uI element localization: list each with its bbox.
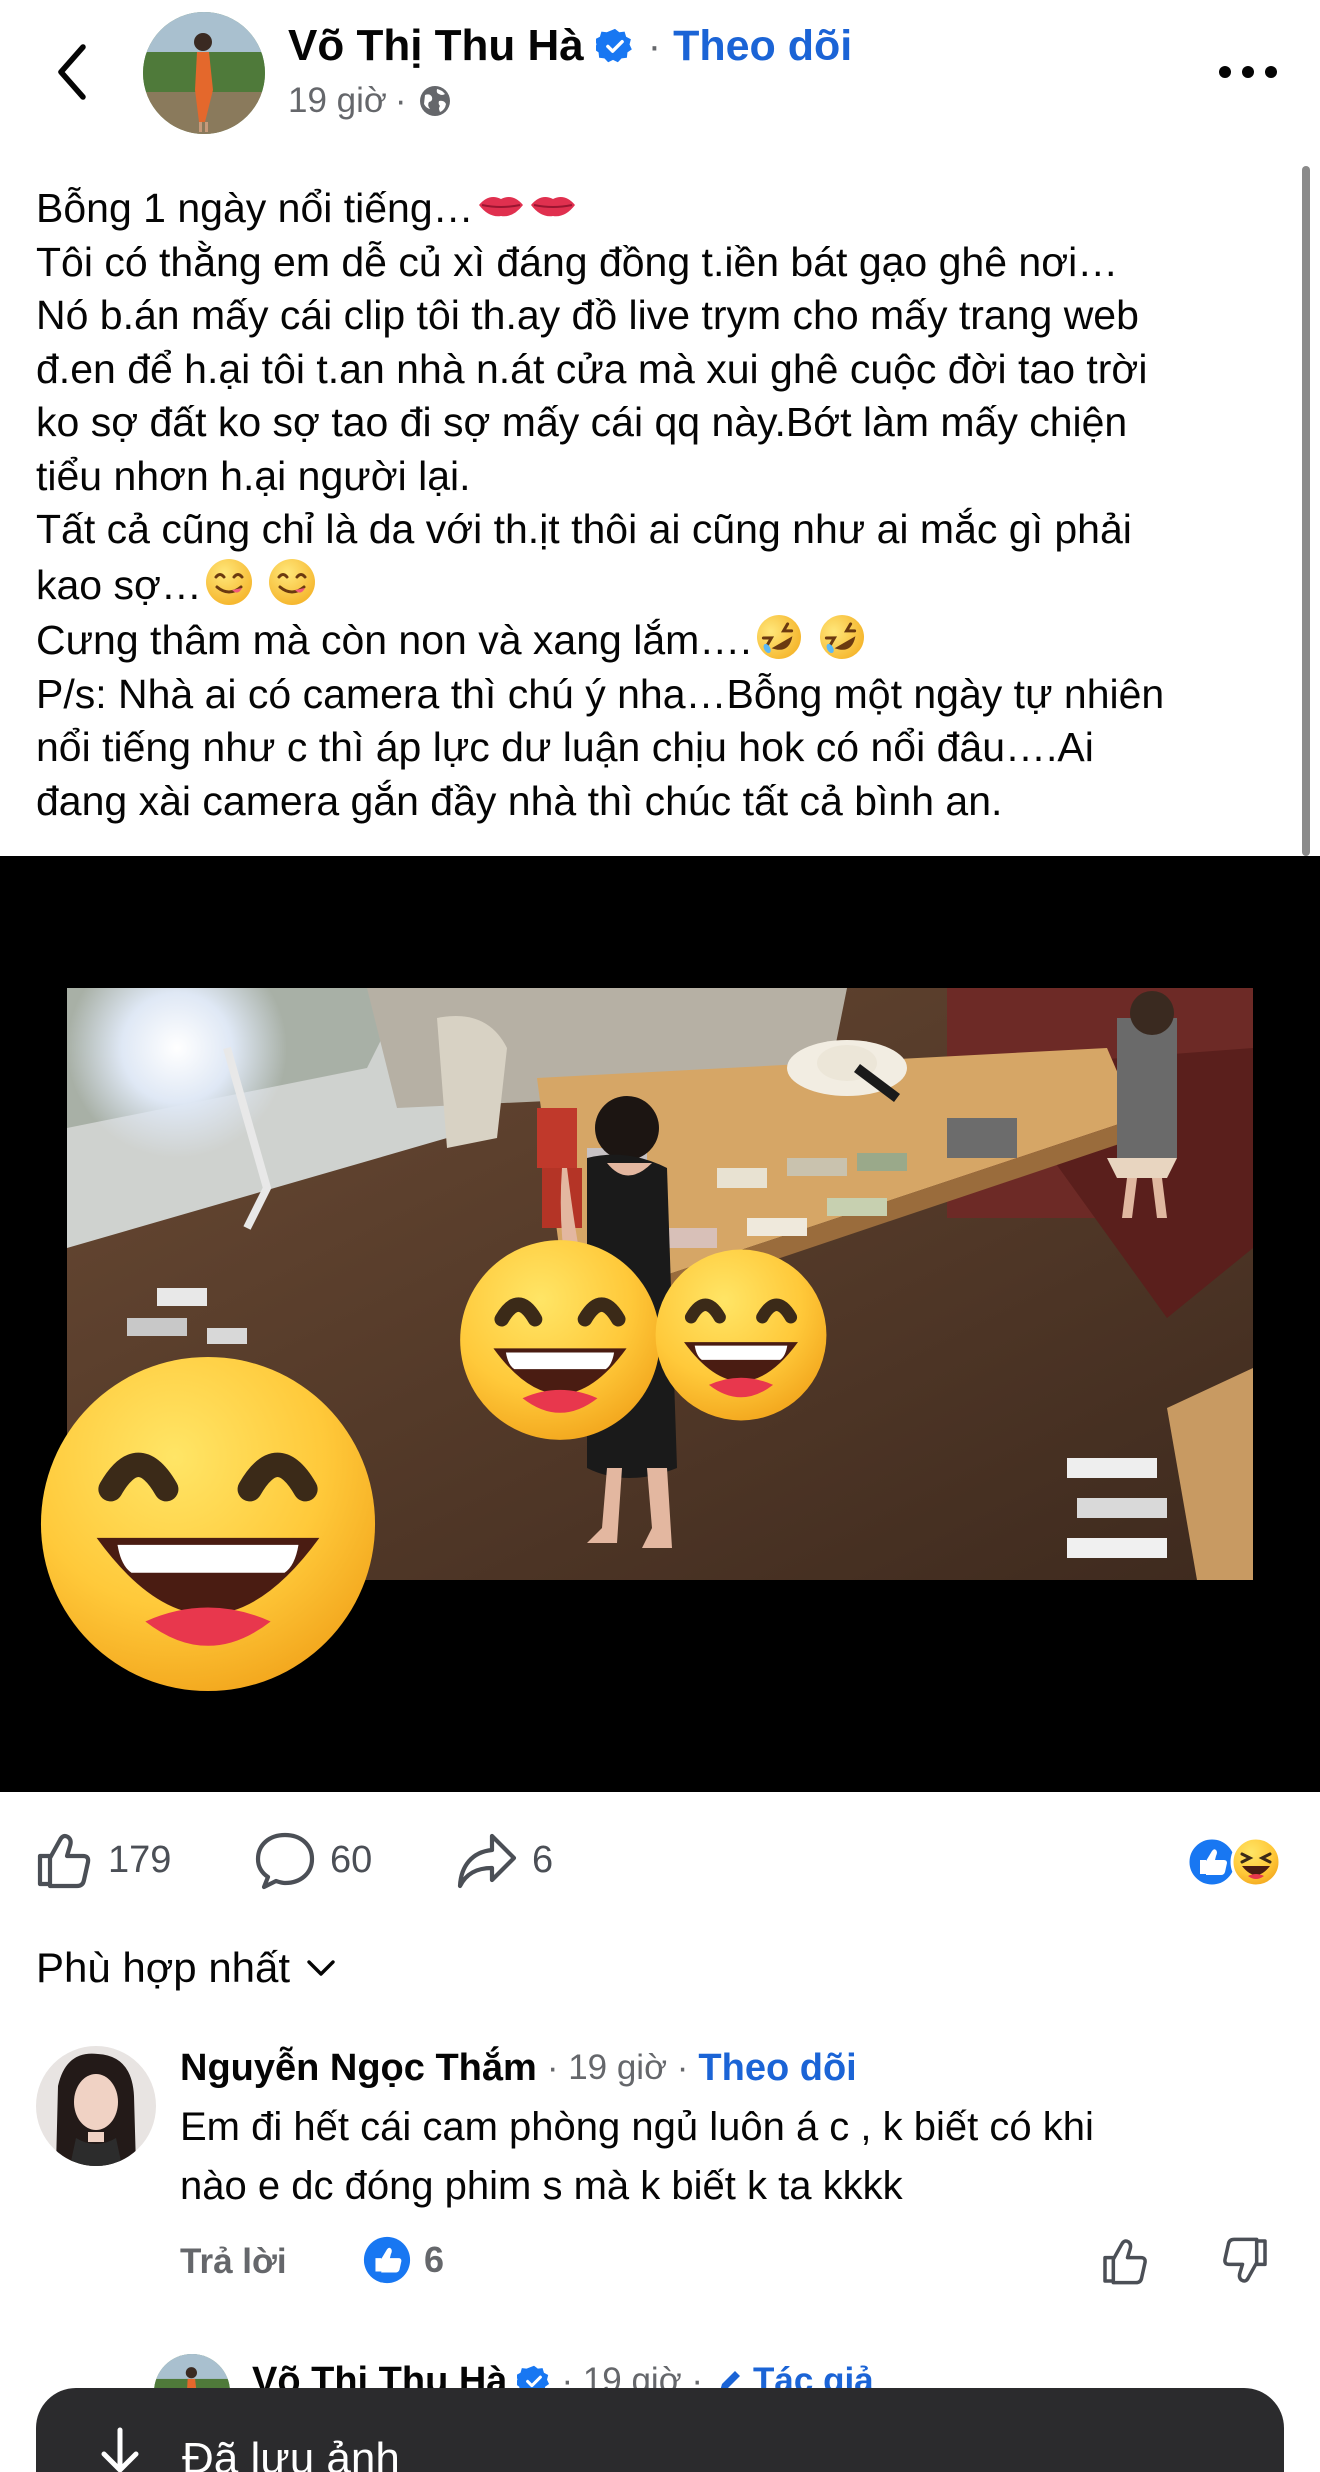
share-button[interactable]: 6 [456,1830,553,1890]
download-arrow-icon [101,2427,139,2472]
comment-like-count: 6 [424,2239,445,2280]
post-meta: 19 giờ · [288,78,453,124]
post-time: 19 giờ [288,81,387,120]
post-line: tiểu nhơn h.ại người lại. [36,452,471,499]
post-line: Tất cả cũng chỉ là da với th.ịt thôi ai … [36,506,1132,552]
grinning-emoji-sticker [40,1356,376,1692]
commenter-name[interactable]: Nguyễn Ngọc Thắm [180,2047,537,2090]
post-line: ko sợ đất ko sợ tao đi sợ mấy cái qq này… [36,399,1128,445]
more-options-button[interactable] [1212,44,1284,100]
comment-body: Em đi hết cái cam phòng ngủ luôn á c , k… [180,2098,1260,2216]
grinning-emoji-sticker [655,1249,827,1421]
sort-label: Phù hợp nhất [36,1944,291,1991]
comment-follow-button[interactable]: Theo dõi [698,2047,856,2090]
post-line: Cưng thâm mà còn non và xang lắm…. [36,612,1296,668]
post-line: Bỗng 1 ngày nổi tiếng… [36,180,1296,236]
comment-bubble-icon [255,1832,315,1890]
meta-separator: · [394,81,407,120]
post-line: Tôi có thằng em dễ củ xì đáng đồng t.iền… [36,238,1119,285]
comment-dislike-button[interactable] [1220,2236,1270,2291]
like-reaction-icon [363,2236,411,2284]
reply-button[interactable]: Trả lời [180,2242,287,2282]
rofl-emoji-icon [756,615,801,659]
globe-icon [419,86,450,116]
saved-image-toast: Đã lưu ảnh [36,2388,1284,2472]
toast-message: Đã lưu ảnh [182,2434,400,2472]
name-separator: · [647,23,662,68]
author-avatar[interactable] [143,12,265,134]
follow-button[interactable]: Theo dõi [673,22,852,71]
comment-like-summary[interactable]: 6 [362,2232,444,2288]
thumbs-up-icon [37,1833,91,1889]
thumbs-up-icon [1103,2239,1147,2285]
author-name[interactable]: Võ Thị Thu Hà [288,21,584,71]
post-line: đang xài camera gắn đầy nhà thì chúc tất… [36,777,1003,824]
post-line: kao sợ… [36,557,1296,613]
commenter-avatar[interactable] [36,2046,156,2166]
post-line: P/s: Nhà ai có camera thì chú ý nha…Bỗng… [36,670,1165,717]
like-reaction-icon [1186,1836,1238,1888]
haha-reaction-icon [1230,1836,1282,1888]
post-body: Bỗng 1 ngày nổi tiếng… Tôi có thằng em d… [36,180,1296,828]
comment-like-button[interactable] [1100,2236,1150,2291]
chevron-left-icon [58,44,86,100]
reaction-summary[interactable] [1186,1836,1286,1888]
like-button[interactable]: 179 [34,1830,171,1890]
comment-actions: Trả lời 6 [180,2232,1290,2292]
comment-sort-dropdown[interactable]: Phù hợp nhất [36,1940,336,1996]
post-actions: 179 60 6 [0,1812,1320,1908]
share-count: 6 [532,1838,554,1881]
grinning-emoji-sticker [460,1240,660,1440]
back-button[interactable] [44,38,100,106]
post-line: đ.en để h.ại tôi t.an nhà n.át cửa mà xu… [36,345,1148,392]
lips-emoji-icon [530,197,575,217]
comment-meta: · 19 giờ · [546,2048,689,2087]
scrollbar[interactable] [1302,166,1310,856]
more-horizontal-icon [1219,66,1277,78]
yum-emoji-icon [205,558,252,605]
post-media[interactable] [0,856,1320,1792]
chevron-down-icon [307,1960,335,1976]
yum-emoji-icon [269,558,316,605]
comment-header: Nguyễn Ngọc Thắm · 19 giờ · Theo dõi [180,2040,857,2096]
like-count: 179 [108,1838,172,1881]
post-line: Nó b.án mấy cái clip tôi th.ay đồ live t… [36,292,1139,338]
comment-line: nào e dc đóng phim s mà k biết k ta kkkk [180,2164,903,2208]
thumbs-down-icon [1223,2237,1267,2283]
comment-button[interactable]: 60 [254,1830,372,1890]
comment-line: Em đi hết cái cam phòng ngủ luôn á c , k… [180,2105,1094,2149]
post-line: nổi tiếng như c thì áp lực dư luận chịu … [36,724,1094,770]
rofl-emoji-icon [820,615,865,659]
lips-emoji-icon [478,197,523,217]
verified-badge-icon [595,28,632,63]
share-arrow-icon [457,1833,517,1889]
comment-count: 60 [330,1838,373,1881]
post-header: Võ Thị Thu Hà · Theo dõi 19 giờ · [0,0,1320,150]
